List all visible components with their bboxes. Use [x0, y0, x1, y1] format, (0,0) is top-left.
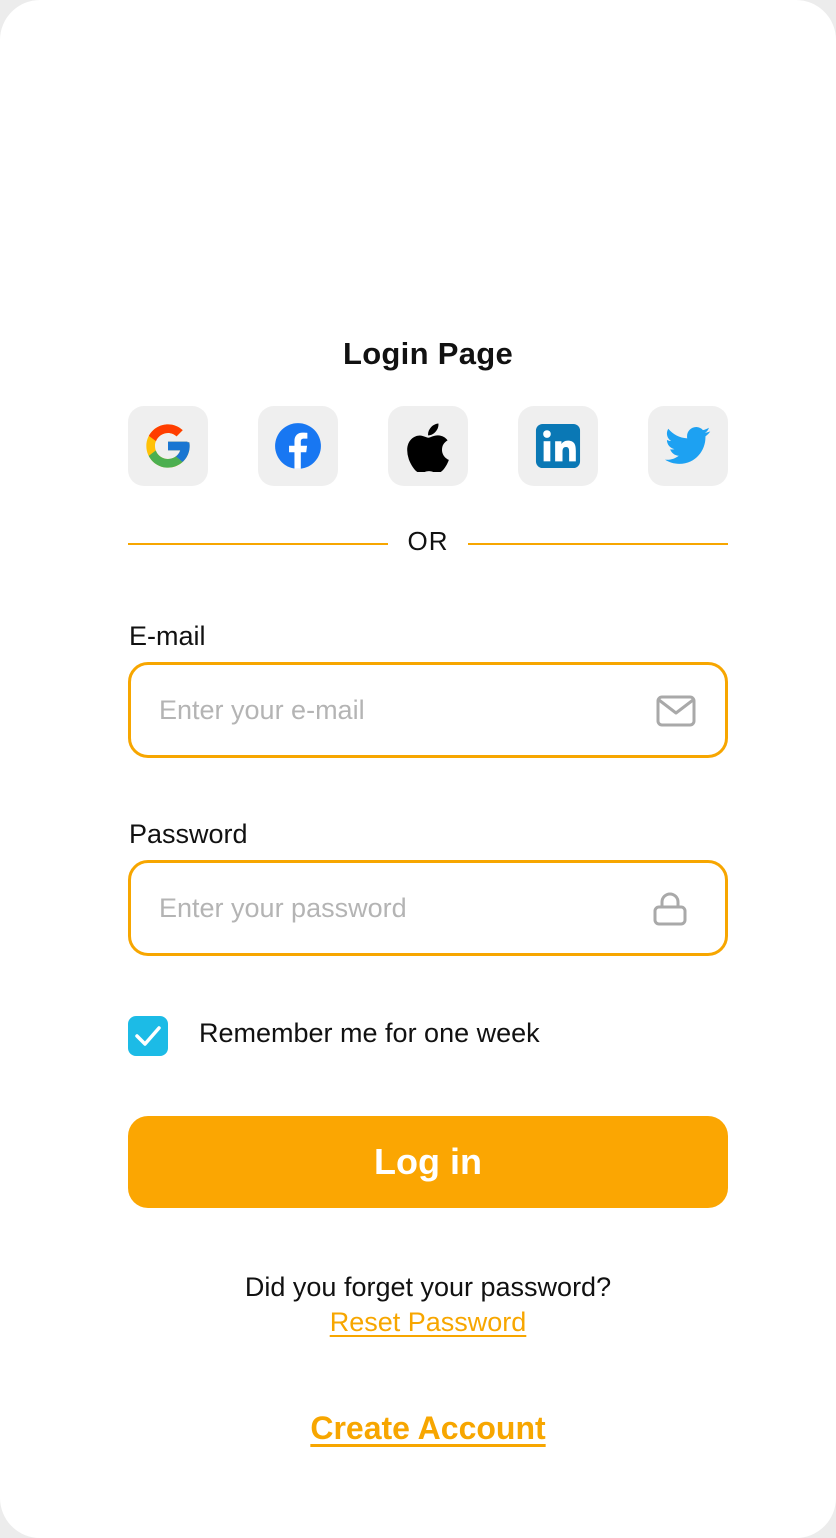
checkmark-icon: [135, 1026, 161, 1046]
forgot-password-text: Did you forget your password?: [244, 1272, 612, 1302]
reset-password-link: Reset Password: [0, 1307, 836, 1338]
email-label: E-mail: [129, 621, 206, 651]
divider-line-right: [468, 543, 728, 545]
divider-line-left: [128, 543, 388, 545]
password-field-box: [128, 860, 728, 956]
create-account-link-row: Create Account: [0, 1410, 836, 1447]
google-icon: [146, 424, 190, 468]
twitter-login-button[interactable]: [648, 406, 728, 486]
remember-label: Remember me for one week: [199, 1018, 540, 1048]
email-input[interactable]: [159, 665, 639, 755]
facebook-icon: [275, 423, 321, 469]
social-login-row: [128, 406, 728, 486]
linkedin-login-button[interactable]: [518, 406, 598, 486]
divider-label: OR: [407, 526, 449, 556]
facebook-login-button[interactable]: [258, 406, 338, 486]
email-field-box: [128, 662, 728, 758]
apple-icon: [407, 423, 449, 472]
reset-password-link-text[interactable]: Reset Password: [330, 1307, 527, 1337]
linkedin-icon: [535, 423, 581, 469]
page-title: Login Page: [342, 336, 514, 371]
remember-checkbox[interactable]: [128, 1016, 168, 1056]
password-label: Password: [129, 819, 248, 849]
password-input[interactable]: [159, 863, 639, 953]
apple-login-button[interactable]: [388, 406, 468, 486]
login-card: Login Page OR E-mail Enter your e-mail P…: [0, 0, 836, 1538]
mail-icon: [655, 691, 697, 731]
lock-icon: [649, 889, 691, 929]
twitter-icon: [665, 427, 711, 464]
google-login-button[interactable]: [128, 406, 208, 486]
login-button[interactable]: Log in: [128, 1116, 728, 1208]
create-account-link[interactable]: Create Account: [310, 1410, 545, 1446]
